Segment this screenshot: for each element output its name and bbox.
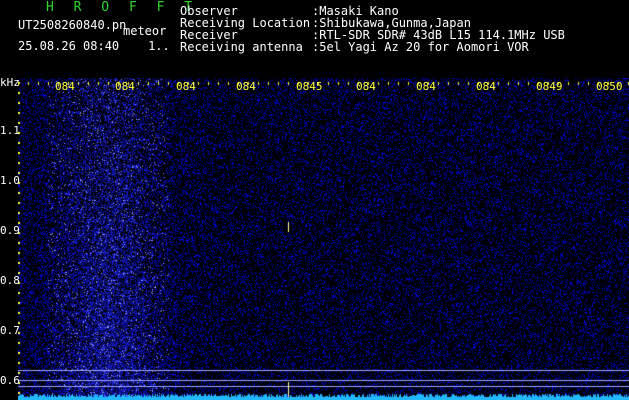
freq-tick: 0.8 xyxy=(0,274,20,287)
time-tick: 084 xyxy=(115,80,135,93)
filename-label: UT2508260840.pn xyxy=(18,18,127,32)
time-tick: 0850 xyxy=(596,80,623,93)
time-axis: 084 084 084 084 0845 084 084 084 0849 08… xyxy=(0,80,629,93)
freq-tick: 1.1 xyxy=(0,124,20,137)
header-panel: H R O F F T UT2508260840.pn meteor 25.08… xyxy=(0,0,629,78)
datetime-value: 25.08.26 08:40 xyxy=(18,39,120,53)
app-title: H R O F F T xyxy=(46,0,199,15)
time-tick: 084 xyxy=(476,80,496,93)
time-tick: 084 xyxy=(176,80,196,93)
freq-tick: 0.9 xyxy=(0,224,20,237)
time-tick: 084 xyxy=(236,80,256,93)
info-value-antenna: :5el Yagi Az 20 for Aomori VOR xyxy=(312,40,529,54)
datetime-label: 25.08.26 08:40 1.. xyxy=(18,40,170,52)
tag-label: meteor xyxy=(123,24,167,38)
time-tick: 0845 xyxy=(296,80,323,93)
freq-tick: 0.6 xyxy=(0,374,20,387)
freq-tick: 1.0 xyxy=(0,174,20,187)
info-label-antenna: Receiving antenna xyxy=(180,40,303,54)
time-tick: 084 xyxy=(356,80,376,93)
spectrogram-waterfall xyxy=(18,78,629,400)
time-tick: 0849 xyxy=(536,80,563,93)
counter-value: 1.. xyxy=(148,39,170,53)
freq-tick: 0.7 xyxy=(0,324,20,337)
time-tick: 084 xyxy=(55,80,75,93)
time-tick: 084 xyxy=(416,80,436,93)
